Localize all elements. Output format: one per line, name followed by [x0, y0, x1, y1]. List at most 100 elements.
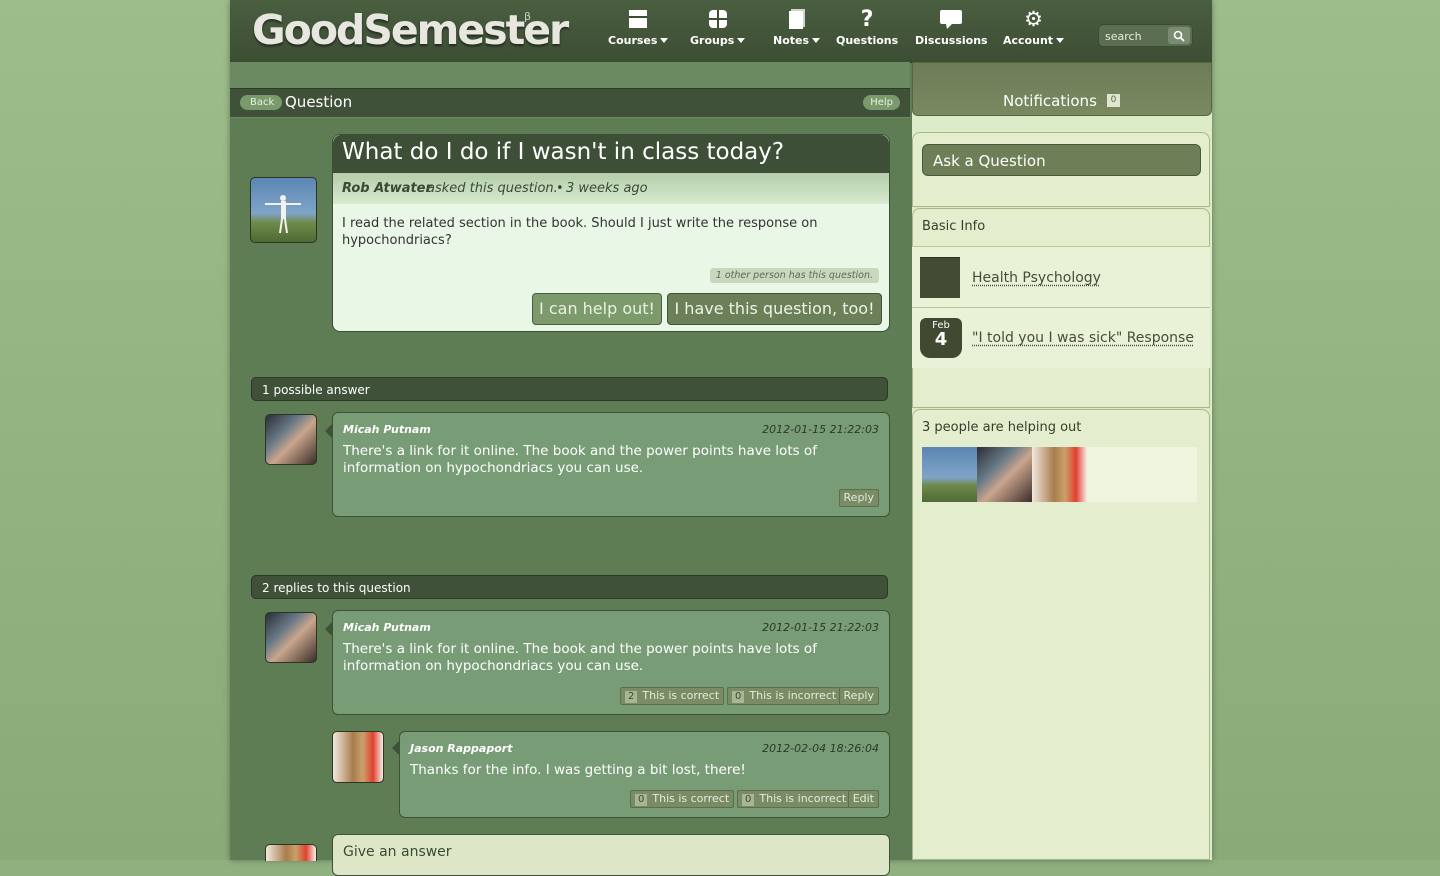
search-input[interactable]	[1103, 27, 1167, 45]
this-is-incorrect-button[interactable]: 0 This is incorrect	[727, 687, 842, 705]
assignment-link[interactable]: "I told you I was sick" Response	[972, 330, 1194, 346]
notes-icon	[786, 8, 808, 30]
question-card: What do I do if I wasn't in class today?…	[332, 134, 890, 332]
app-shell: GoodSemester β Courses Groups Notes ? Qu…	[230, 0, 1212, 876]
avatar[interactable]	[1032, 447, 1087, 502]
other-person-tooltip: 1 other person has this question.	[709, 268, 879, 283]
back-button[interactable]: Back	[240, 95, 283, 110]
answer-author[interactable]: Micah Putnam	[343, 423, 431, 436]
sidebar: Notifications 0 Ask a Question Basic Inf…	[912, 62, 1212, 860]
avatar[interactable]	[977, 447, 1032, 502]
incorrect-label: This is incorrect	[749, 689, 837, 702]
nav-account[interactable]: ⚙ Account	[1003, 7, 1065, 47]
i-have-this-question-button[interactable]: I have this question, too!	[667, 293, 882, 325]
correct-count: 0	[635, 794, 648, 806]
nav-courses[interactable]: Courses	[608, 8, 669, 47]
reply-text: There's a link for it online. The book a…	[343, 641, 817, 674]
reply-date: 2012-02-04 18:26:04	[762, 742, 879, 755]
question-body: I read the related section in the book. …	[342, 216, 818, 248]
chevron-down-icon	[660, 38, 669, 43]
edit-button[interactable]: Edit	[847, 790, 879, 808]
question-mark-icon: ?	[860, 6, 874, 32]
ask-a-question-button[interactable]: Ask a Question	[922, 144, 1201, 176]
helpers-heading: 3 people are helping out	[922, 420, 1082, 435]
search-icon	[1173, 30, 1185, 42]
nav-groups-label: Groups	[690, 34, 735, 47]
goodsemester-logo[interactable]: GoodSemester	[252, 6, 569, 54]
page-title: Question	[285, 93, 353, 111]
avatar[interactable]	[922, 447, 977, 502]
course-link[interactable]: Health Psychology	[972, 270, 1101, 286]
meta-bullet: •	[556, 181, 564, 196]
answer-card: Micah Putnam 2012-01-15 21:22:03 There's…	[332, 412, 890, 517]
avatar-figure	[265, 195, 301, 234]
chevron-down-icon	[1056, 38, 1065, 43]
nav-groups[interactable]: Groups	[690, 8, 746, 47]
sub-bar	[230, 62, 910, 88]
nav-discussions-label: Discussions	[915, 34, 988, 47]
search-box	[1098, 24, 1193, 47]
notifications-label: Notifications	[1003, 92, 1097, 110]
course-row: Health Psychology	[912, 246, 1210, 307]
avatar[interactable]	[265, 612, 317, 663]
date-badge: Feb 4	[920, 318, 962, 358]
nav-account-label: Account	[1003, 34, 1054, 47]
i-can-help-button[interactable]: I can help out!	[532, 293, 662, 325]
reply-pointer	[325, 622, 332, 636]
incorrect-label: This is incorrect	[759, 792, 847, 805]
question-asked-text: asked this question.	[427, 181, 558, 196]
nav-discussions[interactable]: Discussions	[915, 8, 988, 47]
gear-icon: ⚙	[1024, 7, 1043, 31]
notifications-count-badge: 0	[1107, 94, 1120, 107]
answer-pointer	[325, 424, 332, 438]
question-title: What do I do if I wasn't in class today?	[342, 139, 785, 165]
groups-icon	[707, 8, 729, 30]
nav-notes-label: Notes	[773, 34, 810, 47]
courses-icon	[627, 8, 649, 30]
avatar[interactable]	[265, 414, 317, 465]
avatar[interactable]	[265, 844, 317, 861]
reply-card: Micah Putnam 2012-01-15 21:22:03 There's…	[332, 610, 890, 715]
question-author[interactable]: Rob Atwater	[342, 181, 432, 196]
this-is-correct-button[interactable]: 2 This is correct	[620, 687, 725, 705]
date-day: 4	[934, 329, 948, 350]
reply-card: Jason Rappaport 2012-02-04 18:26:04 Than…	[399, 731, 890, 818]
avatar[interactable]	[250, 177, 317, 243]
reply-text: Thanks for the info. I was getting a bit…	[410, 762, 746, 778]
search-button[interactable]	[1168, 27, 1190, 44]
this-is-correct-button[interactable]: 0 This is correct	[630, 790, 735, 808]
give-answer-panel: Give an answer	[332, 834, 890, 876]
nav-questions-label: Questions	[836, 34, 899, 47]
help-button[interactable]: Help	[863, 95, 900, 110]
reply-pointer	[392, 741, 399, 755]
chevron-down-icon	[812, 38, 821, 43]
possible-answers-header: 1 possible answer	[251, 377, 888, 401]
question-time: 3 weeks ago	[566, 181, 648, 196]
discussion-bubble-icon	[940, 8, 963, 30]
correct-label: This is correct	[652, 792, 730, 805]
reply-button[interactable]: Reply	[838, 687, 879, 705]
give-answer-title: Give an answer	[343, 844, 452, 860]
course-color-swatch	[920, 257, 960, 298]
notifications-button[interactable]: Notifications 0	[912, 62, 1212, 116]
question-meta: Rob Atwater asked this question. • 3 wee…	[333, 173, 889, 204]
top-navigation-bar: GoodSemester β Courses Groups Notes ? Qu…	[230, 0, 1212, 63]
assignment-row: Feb 4 "I told you I was sick" Response	[912, 307, 1210, 368]
reply-author[interactable]: Jason Rappaport	[410, 742, 512, 755]
correct-label: This is correct	[642, 689, 720, 702]
replies-header: 2 replies to this question	[251, 575, 888, 599]
chevron-down-icon	[737, 38, 746, 43]
avatar[interactable]	[332, 731, 384, 783]
basic-info-heading: Basic Info	[922, 219, 986, 234]
reply-author[interactable]: Micah Putnam	[343, 621, 431, 634]
reply-date: 2012-01-15 21:22:03	[762, 621, 879, 634]
nav-notes[interactable]: Notes	[773, 8, 821, 47]
answer-date: 2012-01-15 21:22:03	[762, 423, 879, 436]
nav-courses-label: Courses	[608, 34, 658, 47]
helpers-avatar-strip	[922, 447, 1197, 502]
reply-button[interactable]: Reply	[838, 489, 879, 507]
beta-mark: β	[524, 10, 532, 23]
this-is-incorrect-button[interactable]: 0 This is incorrect	[737, 790, 852, 808]
nav-questions[interactable]: ? Questions	[836, 6, 899, 48]
question-header-bar: Back Question Help	[230, 88, 910, 118]
